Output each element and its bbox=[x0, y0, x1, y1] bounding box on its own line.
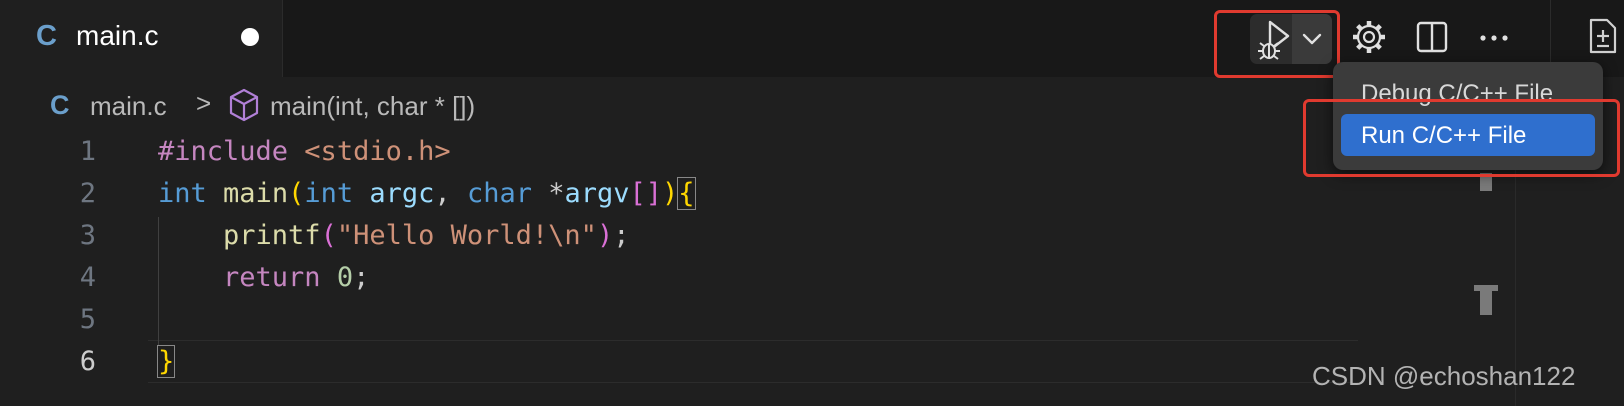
paren: ( bbox=[320, 220, 337, 251]
tab-main-c[interactable]: C main.c bbox=[0, 0, 283, 77]
code-line-6: 6 } bbox=[0, 340, 1490, 383]
breadcrumb-symbol[interactable]: main(int, char * []) bbox=[270, 91, 475, 122]
current-line-highlight bbox=[148, 340, 1358, 383]
watermark: CSDN @echoshan122 bbox=[1312, 361, 1576, 391]
code-line-4: 4 return 0; bbox=[0, 256, 1490, 299]
cube-icon bbox=[229, 88, 259, 122]
comma: , bbox=[434, 178, 467, 209]
c-language-icon: C bbox=[50, 90, 70, 120]
semicolon: ; bbox=[613, 220, 630, 251]
minimap-mark bbox=[1480, 285, 1492, 315]
code-line-5: 5 bbox=[0, 298, 1490, 341]
type-keyword: int bbox=[304, 178, 354, 209]
string-literal: "Hello World!\n" bbox=[336, 220, 597, 251]
paren: ) bbox=[662, 178, 679, 209]
more-icon bbox=[1480, 35, 1508, 41]
brackets: [] bbox=[629, 178, 663, 209]
include-directive: #include bbox=[158, 136, 289, 167]
gear-icon bbox=[1353, 21, 1385, 53]
split-editor-icon bbox=[1416, 21, 1448, 53]
param-argc: argc bbox=[369, 178, 435, 209]
open-brace: { bbox=[677, 177, 696, 210]
indent-guide bbox=[158, 217, 159, 345]
function-call: printf bbox=[223, 220, 321, 251]
line-number: 2 bbox=[79, 178, 96, 209]
close-brace: } bbox=[156, 345, 176, 378]
highlight-run-button bbox=[1214, 10, 1340, 78]
pointer-star: * bbox=[531, 178, 565, 209]
chevron-right-icon: > bbox=[196, 88, 212, 118]
function-name: main bbox=[223, 178, 289, 209]
line-number: 6 bbox=[79, 346, 96, 377]
number-literal: 0 bbox=[336, 262, 354, 293]
type-keyword: char bbox=[466, 178, 532, 209]
return-keyword: return bbox=[223, 262, 321, 293]
unsaved-dot-icon[interactable] bbox=[241, 28, 259, 46]
split-editor-button[interactable] bbox=[1413, 18, 1451, 56]
type-keyword: int bbox=[158, 178, 207, 209]
code-line-2: 2 int main(int argc, char *argv[]){ bbox=[0, 172, 1490, 215]
settings-button[interactable] bbox=[1350, 18, 1388, 56]
line-number: 4 bbox=[79, 262, 96, 293]
breadcrumb-file[interactable]: main.c bbox=[90, 91, 167, 122]
semicolon: ; bbox=[353, 262, 370, 293]
line-number: 3 bbox=[79, 220, 96, 251]
more-actions-button[interactable] bbox=[1475, 18, 1513, 56]
new-file-icon bbox=[1589, 18, 1617, 54]
code-line-3: 3 printf("Hello World!\n"); bbox=[0, 214, 1490, 257]
code-line-1: 1 #include <stdio.h> bbox=[0, 130, 1490, 173]
highlight-run-menu-item bbox=[1303, 99, 1620, 177]
new-file-button[interactable] bbox=[1585, 16, 1621, 56]
paren: ) bbox=[596, 220, 614, 251]
include-header: <stdio.h> bbox=[288, 136, 451, 167]
line-number: 5 bbox=[79, 304, 96, 335]
c-language-icon: C bbox=[36, 20, 57, 52]
param-argv: argv bbox=[564, 178, 630, 209]
line-number: 1 bbox=[79, 136, 96, 167]
tab-title: main.c bbox=[76, 20, 159, 51]
paren: ( bbox=[288, 178, 305, 209]
